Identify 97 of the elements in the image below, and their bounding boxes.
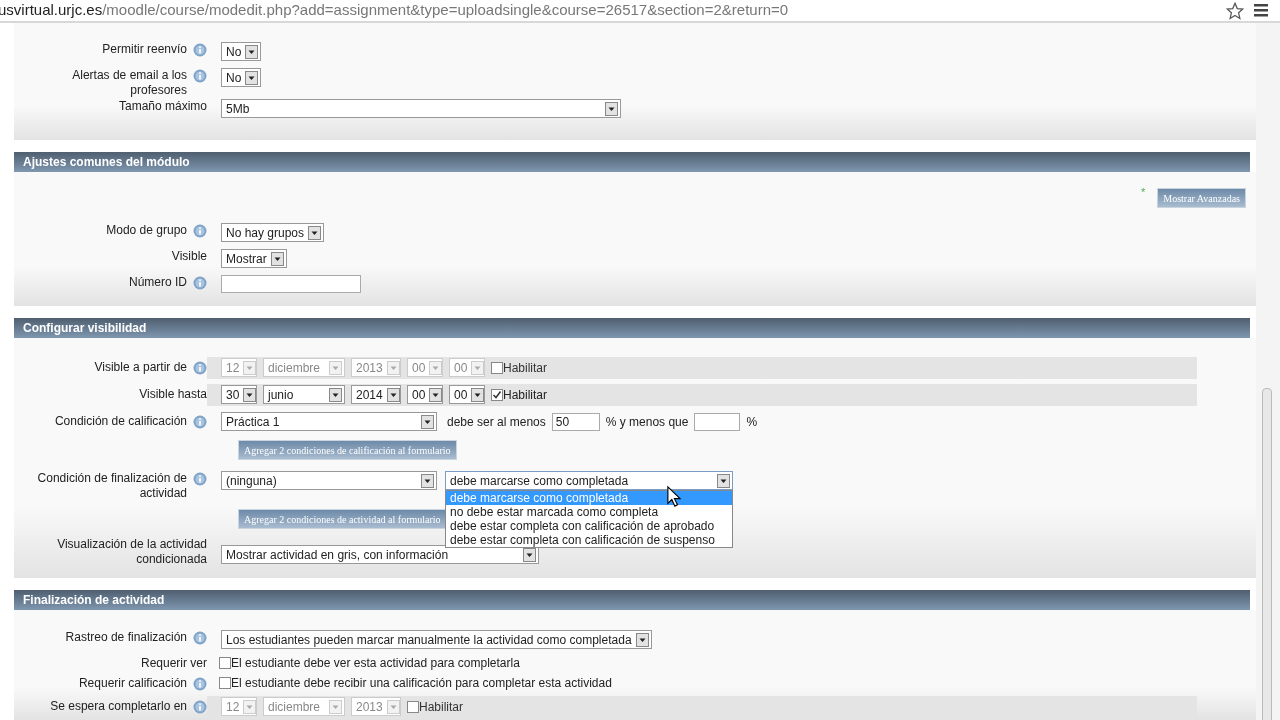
checkbox[interactable] <box>491 361 503 374</box>
help-icon[interactable] <box>193 631 207 645</box>
caret-icon <box>243 387 257 402</box>
caret-icon <box>386 360 400 375</box>
field-label: Requerir ver <box>140 655 207 671</box>
caret-icon <box>243 360 257 375</box>
checkbox[interactable] <box>407 700 419 713</box>
field-label: Rastreo de finalización <box>65 630 187 645</box>
field-label: Número ID <box>129 275 187 290</box>
checkbox-label: El estudiante debe recibir una calificación para completar esta actividad <box>231 675 612 692</box>
dropdown[interactable]: No <box>221 68 262 87</box>
dropdown[interactable]: 2013 <box>351 358 401 377</box>
checkbox-label: Habilitar <box>419 698 463 716</box>
dropdown[interactable]: (ninguna) <box>221 471 437 490</box>
checkbox[interactable] <box>219 677 231 689</box>
dropdown[interactable]: diciembre <box>263 358 345 377</box>
help-icon[interactable] <box>193 472 207 486</box>
dropdown[interactable]: 2014 <box>351 385 401 404</box>
section-header[interactable]: Configurar visibilidad <box>14 318 1250 338</box>
caret-icon <box>471 360 485 375</box>
caret-icon <box>329 360 342 375</box>
dropdown[interactable]: No <box>221 42 262 61</box>
field-label: Permitir reenvío <box>102 42 187 57</box>
checkbox-label: El estudiante debe ver esta actividad para completarla <box>231 655 520 672</box>
field-label: Requerir calificación <box>78 675 187 691</box>
help-icon[interactable] <box>193 361 207 375</box>
field-label: Tamaño máximo <box>118 99 207 114</box>
caret-icon <box>605 101 618 116</box>
checkbox[interactable] <box>491 388 503 401</box>
field-label: Alertas de email a los profesores <box>71 68 187 98</box>
caret-icon <box>635 632 649 647</box>
dropdown[interactable]: diciembre <box>263 697 345 716</box>
field-text: % y menos que <box>605 413 689 431</box>
caret-icon <box>386 387 400 402</box>
section-title: Configurar visibilidad <box>23 320 147 337</box>
section-header[interactable]: Ajustes comunes del módulo <box>14 152 1250 172</box>
field-label: Condición de calificación <box>54 414 187 429</box>
text-field[interactable]: 50 <box>551 412 600 431</box>
dropdown[interactable]: No hay grupos <box>221 223 325 242</box>
help-icon[interactable] <box>193 415 207 429</box>
dropdown[interactable]: 00 <box>449 385 485 404</box>
checkbox-label: Habilitar <box>503 359 547 377</box>
caret-icon <box>471 387 485 402</box>
caret-icon <box>270 251 284 266</box>
caret-icon <box>243 699 257 714</box>
dropdown[interactable]: 00 <box>449 358 485 377</box>
dropdown[interactable]: Los estudiantes pueden marcar manualmente la actividad como completada <box>221 630 652 649</box>
text-field[interactable] <box>694 412 741 431</box>
field-label: Visible hasta <box>139 387 207 402</box>
field-label: Modo de grupo <box>106 223 187 238</box>
checkbox-label: Habilitar <box>503 386 547 404</box>
field-label: Visualización de la actividad condicionada <box>56 537 207 567</box>
dropdown[interactable]: 2013 <box>351 697 401 716</box>
dropdown[interactable]: 00 <box>407 358 443 377</box>
dropdown[interactable]: 5Mb <box>221 99 621 118</box>
section-header[interactable]: Finalización de actividad <box>14 590 1250 610</box>
field-label: Visible <box>171 249 207 264</box>
help-icon[interactable] <box>193 700 207 714</box>
help-icon[interactable] <box>193 676 207 691</box>
caret-icon <box>717 473 730 488</box>
field-label: Condición de finalización de actividad <box>36 471 187 501</box>
checkbox[interactable] <box>219 657 231 669</box>
caret-icon <box>245 70 259 85</box>
caret-icon <box>421 473 434 488</box>
dropdown[interactable]: Práctica 1 <box>221 412 437 431</box>
field-text: % <box>746 413 758 431</box>
dropdown[interactable]: junio <box>263 385 345 404</box>
dropdown[interactable]: debe marcarse como completada <box>445 471 733 490</box>
caret-icon <box>421 414 434 429</box>
field-label: Visible a partir de <box>94 360 187 375</box>
section-title: Finalización de actividad <box>23 592 165 609</box>
dropdown-option[interactable]: no debe estar marcada como completa <box>446 505 732 519</box>
caret-icon <box>245 44 259 59</box>
help-icon[interactable] <box>193 224 207 238</box>
dropdown-option[interactable]: debe estar completa con calificación de suspenso <box>446 533 732 547</box>
caret-icon <box>386 699 400 714</box>
help-icon[interactable] <box>193 69 207 83</box>
menu-icon[interactable] <box>1254 4 1268 17</box>
caret-icon <box>329 699 342 714</box>
dropdown[interactable]: Mostrar <box>221 249 287 268</box>
dropdown[interactable]: 12 <box>221 697 257 716</box>
dropdown[interactable]: 00 <box>407 385 443 404</box>
caret-icon <box>308 225 322 240</box>
caret-icon <box>429 360 443 375</box>
caret-icon <box>329 387 342 402</box>
help-icon[interactable] <box>193 43 207 57</box>
dropdown[interactable]: 12 <box>221 358 257 377</box>
required-marker: * <box>1141 185 1146 200</box>
help-icon[interactable] <box>193 276 207 290</box>
field-label: Se espera completarlo en <box>50 699 187 714</box>
bookmark-star-icon[interactable] <box>1226 2 1244 20</box>
caret-icon <box>429 387 443 402</box>
section-title: Ajustes comunes del módulo <box>23 154 190 171</box>
field-text: debe ser al menos <box>447 413 546 431</box>
dropdown[interactable]: 30 <box>221 385 257 404</box>
dropdown-option[interactable]: debe estar completa con calificación de aprobado <box>446 519 732 533</box>
text-field[interactable] <box>221 275 361 293</box>
